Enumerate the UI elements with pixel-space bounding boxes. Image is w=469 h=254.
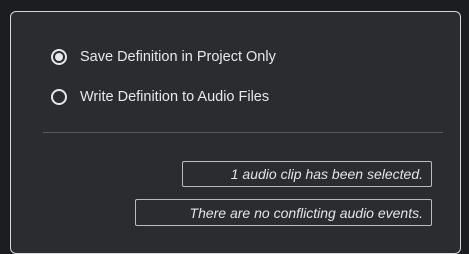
option-save-in-project[interactable]: Save Definition in Project Only [51,49,276,65]
selection-status-box: 1 audio clip has been selected. [182,161,432,187]
definition-panel: Save Definition in Project Only Write De… [10,11,461,254]
conflict-status-box: There are no conflicting audio events. [135,199,432,226]
option-write-to-audio-files[interactable]: Write Definition to Audio Files [51,89,269,105]
selection-status-text: 1 audio clip has been selected. [230,166,423,182]
radio-save-in-project[interactable] [51,49,67,65]
label-write-to-audio-files: Write Definition to Audio Files [80,89,270,105]
conflict-status-text: There are no conflicting audio events. [189,204,423,221]
label-save-in-project: Save Definition in Project Only [80,49,276,65]
divider [43,132,443,133]
radio-write-to-audio-files[interactable] [51,89,67,105]
